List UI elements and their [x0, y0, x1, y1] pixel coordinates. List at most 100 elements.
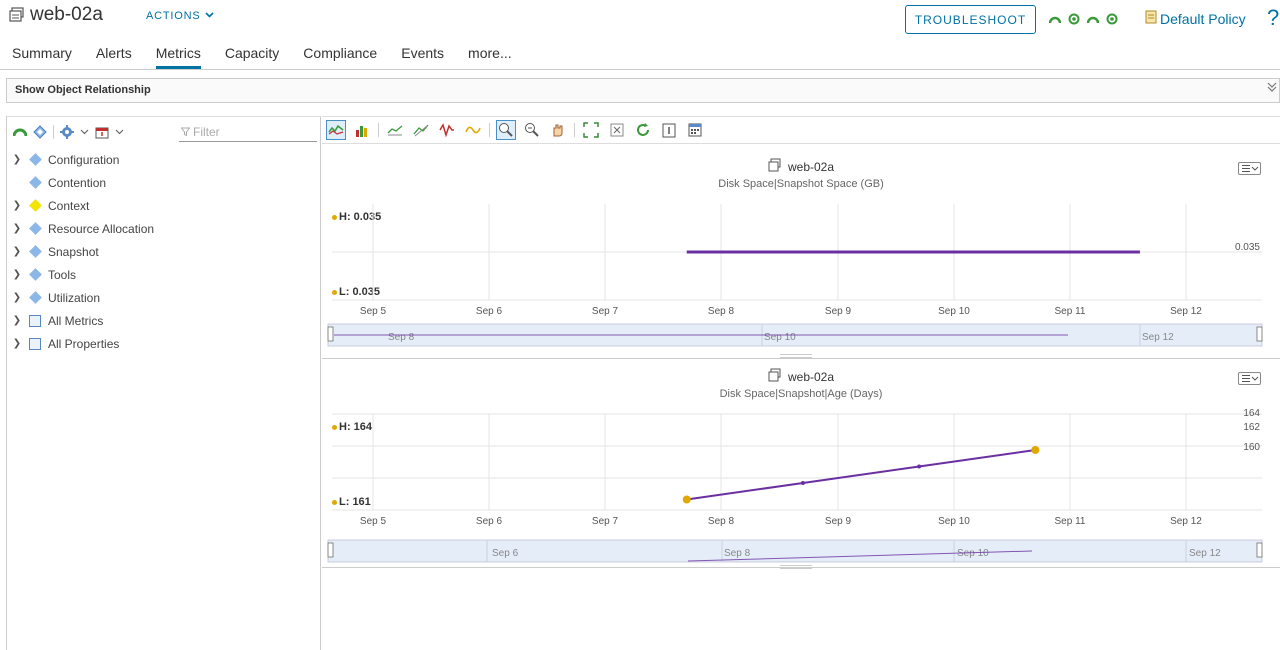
- chevron-right-icon[interactable]: ❯: [7, 315, 27, 326]
- actions-menu-button[interactable]: ACTIONS: [146, 10, 214, 22]
- tree-item-utilization[interactable]: ❯ Utilization: [7, 286, 320, 309]
- tree-item-label: Snapshot: [48, 244, 99, 259]
- navigator-label: Sep 12: [1189, 548, 1221, 559]
- tab-metrics[interactable]: Metrics: [144, 41, 213, 69]
- chevron-right-icon[interactable]: ❯: [7, 338, 27, 349]
- gear-icon[interactable]: [60, 125, 74, 139]
- health-icon[interactable]: [1048, 12, 1062, 24]
- metric-chart-area: web-02a Disk Space|Snapshot Space (GB) H…: [322, 144, 1280, 650]
- zoom-all-icon[interactable]: [522, 120, 542, 140]
- calendar-alert-icon[interactable]: [95, 125, 109, 139]
- tab-alerts[interactable]: Alerts: [84, 41, 144, 69]
- split-charts-icon[interactable]: [326, 120, 346, 140]
- policy-label: Default Policy: [1160, 10, 1246, 27]
- x-tick-label: Sep 12: [1170, 516, 1202, 527]
- navigator-label: Sep 12: [1142, 332, 1174, 343]
- pan-icon[interactable]: [548, 120, 568, 140]
- tree-item-label: Resource Allocation: [48, 221, 155, 236]
- toolbar-separator: [53, 125, 54, 139]
- chart-resize-handle[interactable]: [780, 565, 812, 569]
- data-point: [917, 464, 922, 469]
- tree-item-configuration[interactable]: ❯ Configuration: [7, 148, 320, 171]
- toolbar-separator: [489, 123, 490, 137]
- metric-group-icon: [29, 176, 42, 189]
- metric-group-icon: [29, 291, 42, 304]
- navigator-label: Sep 8: [724, 548, 751, 559]
- tree-item-all-properties[interactable]: ❯ All Properties: [7, 332, 320, 355]
- filter-icon: [180, 125, 191, 139]
- metric-tree: ❯ Configuration Contention ❯ Context ❯ R…: [7, 148, 320, 355]
- x-tick-label: Sep 8: [708, 306, 735, 317]
- refresh-icon[interactable]: [633, 120, 653, 140]
- calendar-icon[interactable]: [685, 120, 705, 140]
- zoom-view-icon[interactable]: [496, 120, 516, 140]
- wave-icon[interactable]: [463, 120, 483, 140]
- tree-item-tools[interactable]: ❯ Tools: [7, 263, 320, 286]
- stacked-chart-icon[interactable]: [352, 120, 372, 140]
- metrics-diamond-icon[interactable]: [33, 125, 47, 139]
- x-tick-label: Sep 12: [1170, 306, 1202, 317]
- tree-item-context[interactable]: ❯ Context: [7, 194, 320, 217]
- relationship-label: Show Object Relationship: [15, 84, 151, 96]
- efficiency-icon[interactable]: [1086, 12, 1100, 24]
- navigator-left-handle: [327, 542, 334, 558]
- trend-line-icon[interactable]: [385, 120, 405, 140]
- health-tree-icon[interactable]: [12, 125, 28, 139]
- health-status-icons: [1048, 12, 1118, 25]
- context-group-icon: [29, 199, 42, 212]
- chevron-down-icon[interactable]: [80, 127, 89, 138]
- compliance-icon[interactable]: [1106, 12, 1118, 25]
- y-tick-label: 0.035: [1235, 242, 1260, 253]
- tree-item-label: Context: [48, 198, 90, 213]
- policy-link[interactable]: Default Policy: [1145, 10, 1246, 27]
- tab-summary[interactable]: Summary: [0, 41, 84, 69]
- tree-item-all-metrics[interactable]: ❯ All Metrics: [7, 309, 320, 332]
- tab-more[interactable]: more...: [456, 41, 524, 69]
- double-chevron-down-icon[interactable]: [1267, 81, 1277, 96]
- metric-group-icon: [29, 245, 42, 258]
- chevron-right-icon[interactable]: ❯: [7, 269, 27, 280]
- x-tick-label: Sep 11: [1055, 306, 1086, 317]
- x-tick-label: Sep 5: [360, 516, 387, 527]
- object-relationship-bar[interactable]: Show Object Relationship: [6, 78, 1280, 103]
- troubleshoot-button[interactable]: TROUBLESHOOT: [905, 5, 1036, 34]
- extreme-point: [682, 495, 691, 504]
- fit-all-icon[interactable]: [581, 120, 601, 140]
- chart-1-plot[interactable]: Sep 5 Sep 6 Sep 7 Sep 8 Sep 9 Sep 10 Sep 11 Sep…: [322, 144, 1280, 358]
- navigator-label: Sep 8: [388, 332, 415, 343]
- x-tick-label: Sep 10: [938, 516, 970, 527]
- chevron-right-icon[interactable]: ❯: [7, 154, 27, 165]
- risk-icon[interactable]: [1068, 12, 1080, 25]
- x-tick-label: Sep 7: [592, 306, 619, 317]
- tree-item-label: All Metrics: [48, 313, 104, 328]
- x-tick-label: Sep 9: [825, 516, 852, 527]
- tab-compliance[interactable]: Compliance: [291, 41, 389, 69]
- y-tick-label: 162: [1243, 422, 1260, 433]
- dynamic-threshold-icon[interactable]: [411, 120, 431, 140]
- chevron-right-icon[interactable]: ❯: [7, 246, 27, 257]
- tree-item-resource-allocation[interactable]: ❯ Resource Allocation: [7, 217, 320, 240]
- tab-capacity[interactable]: Capacity: [213, 41, 291, 69]
- close-charts-icon[interactable]: [607, 120, 627, 140]
- actions-label: ACTIONS: [146, 10, 201, 22]
- chevron-down-icon[interactable]: [115, 127, 124, 138]
- chevron-right-icon[interactable]: ❯: [7, 292, 27, 303]
- metric-filter-input[interactable]: Filter: [179, 122, 317, 142]
- chart-2-plot[interactable]: Sep 5 Sep 6 Sep 7 Sep 8 Sep 9 Sep 10 Sep 11 Sep…: [322, 358, 1280, 570]
- metric-chart-1: web-02a Disk Space|Snapshot Space (GB) H…: [322, 144, 1280, 358]
- toolbar-separator: [574, 123, 575, 137]
- tree-item-contention[interactable]: Contention: [7, 171, 320, 194]
- chevron-right-icon[interactable]: ❯: [7, 200, 27, 211]
- page-title: web-02a: [30, 4, 103, 25]
- anomalies-icon[interactable]: [437, 120, 457, 140]
- tree-item-snapshot[interactable]: ❯ Snapshot: [7, 240, 320, 263]
- virtual-machine-icon: [8, 6, 26, 24]
- chart-toolbar: [322, 116, 1280, 144]
- metric-group-icon: [29, 222, 42, 235]
- chevron-right-icon[interactable]: ❯: [7, 223, 27, 234]
- help-icon[interactable]: ?: [1267, 5, 1279, 31]
- object-header: web-02a ACTIONS TROUBLESHOOT Default Pol…: [0, 0, 1280, 70]
- date-picker-icon[interactable]: [659, 120, 679, 140]
- policy-icon: [1145, 10, 1157, 27]
- tab-events[interactable]: Events: [389, 41, 456, 69]
